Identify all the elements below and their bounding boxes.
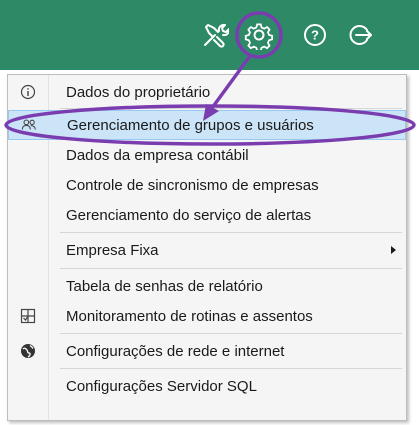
- menu-item-label: Monitoramento de rotinas e assentos: [66, 307, 313, 325]
- menu-item-empresa-contabil[interactable]: Dados da empresa contábil: [8, 140, 406, 170]
- menu-item-monitoramento[interactable]: Monitoramento de rotinas e assentos: [8, 301, 406, 331]
- menu-separator: [60, 108, 402, 109]
- settings-menu: Dados do proprietário Gerenciamento de g…: [7, 74, 407, 421]
- monitor-icon: [20, 308, 36, 324]
- users-icon: [21, 117, 37, 133]
- menu-item-empresa-fixa[interactable]: Empresa Fixa: [8, 235, 406, 265]
- header-bar: ?: [0, 0, 419, 70]
- menu-item-grupos-usuarios[interactable]: Gerenciamento de grupos e usuários: [8, 110, 406, 140]
- gear-icon[interactable]: [240, 16, 278, 54]
- menu-item-dados-proprietario[interactable]: Dados do proprietário: [8, 77, 406, 107]
- help-icon[interactable]: ?: [296, 16, 334, 54]
- globe-icon: [20, 343, 36, 359]
- menu-separator: [60, 232, 402, 233]
- menu-item-rede-internet[interactable]: Configurações de rede e internet: [8, 336, 406, 366]
- menu-item-tabela-senhas[interactable]: Tabela de senhas de relatório: [8, 271, 406, 301]
- menu-item-sincronismo-empresas[interactable]: Controle de sincronismo de empresas: [8, 170, 406, 200]
- menu-item-servico-alertas[interactable]: Gerenciamento do serviço de alertas: [8, 200, 406, 230]
- menu-item-label: Gerenciamento do serviço de alertas: [66, 206, 312, 224]
- logout-icon[interactable]: [341, 16, 379, 54]
- menu-separator: [60, 333, 402, 334]
- menu-item-label: Configurações de rede e internet: [66, 342, 285, 360]
- help-glyph: ?: [311, 28, 319, 43]
- submenu-arrow-icon: [391, 246, 396, 254]
- menu-item-label: Configurações Servidor SQL: [66, 377, 257, 395]
- menu-item-label: Controle de sincronismo de empresas: [66, 176, 319, 194]
- menu-item-label: Empresa Fixa: [66, 241, 159, 259]
- menu-item-label: Dados do proprietário: [66, 83, 211, 101]
- menu-item-label: Dados da empresa contábil: [66, 146, 249, 164]
- menu-item-label: Tabela de senhas de relatório: [66, 277, 263, 295]
- menu-item-servidor-sql[interactable]: Configurações Servidor SQL: [8, 371, 406, 401]
- tools-icon[interactable]: [196, 16, 234, 54]
- menu-item-label: Gerenciamento de grupos e usuários: [67, 116, 314, 134]
- menu-separator: [60, 368, 402, 369]
- info-icon: [20, 84, 36, 100]
- menu-separator: [60, 268, 402, 269]
